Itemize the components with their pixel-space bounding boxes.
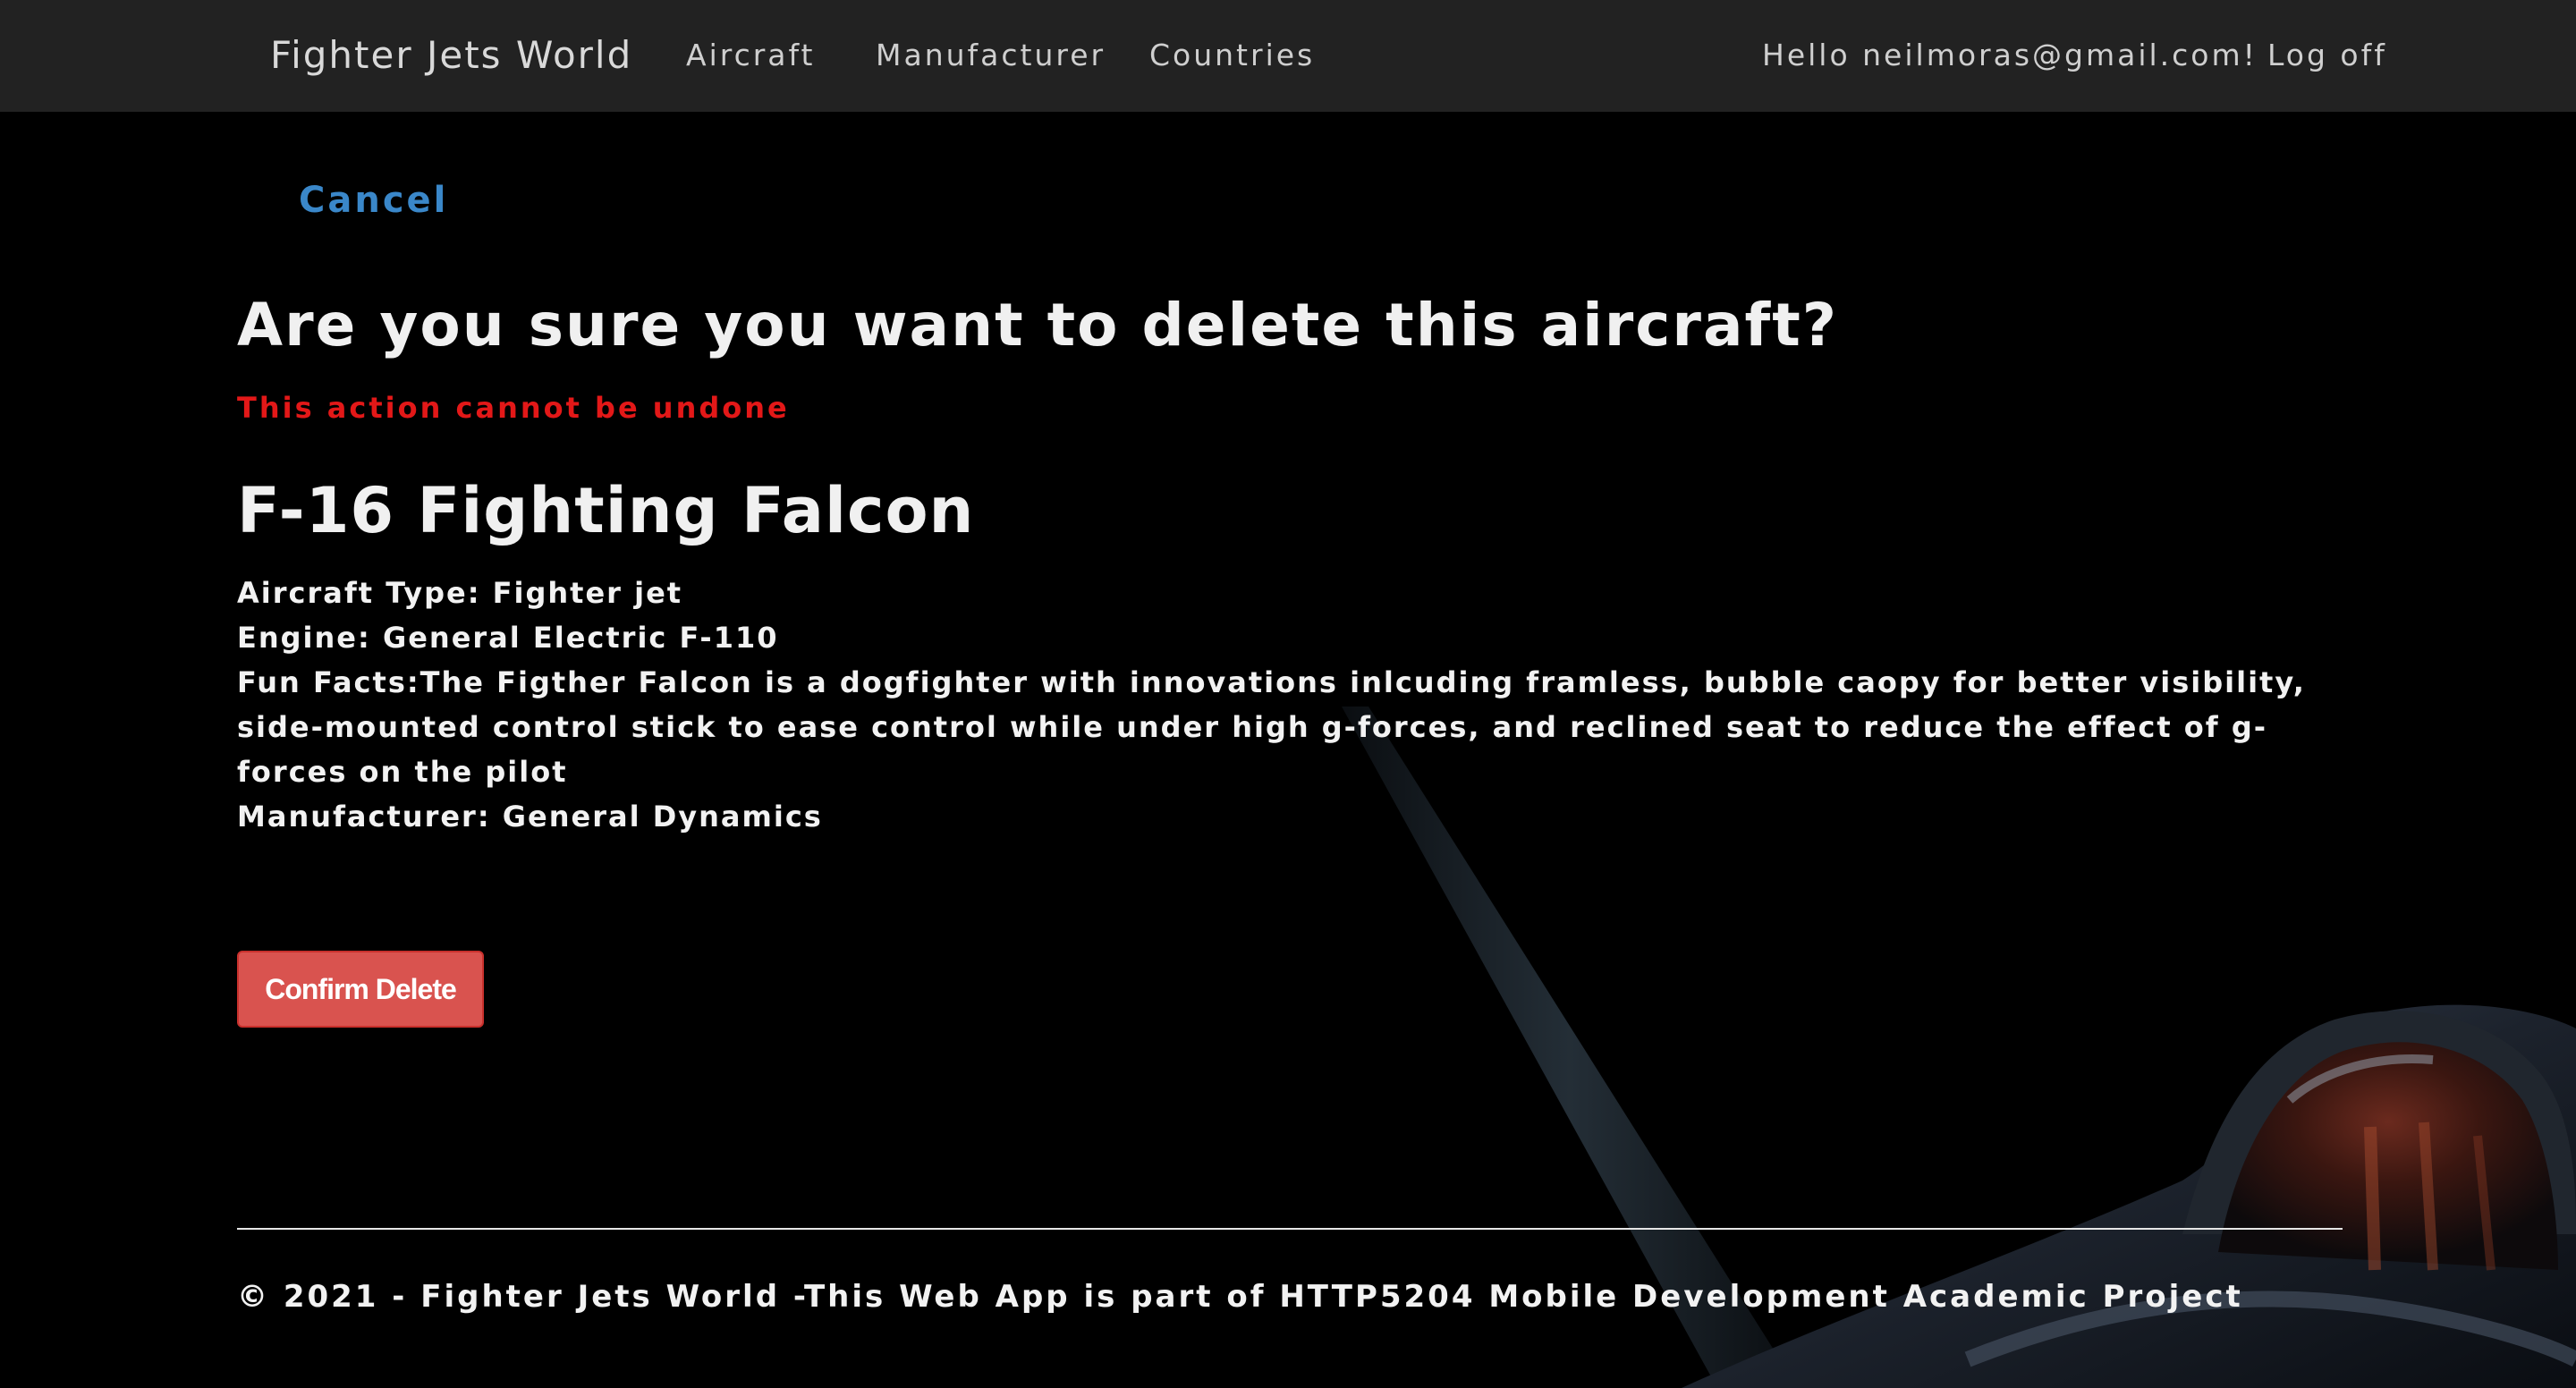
nav-link-manufacturer[interactable]: Manufacturer xyxy=(876,32,1106,79)
footer-text: © 2021 - Fighter Jets World -This Web Ap… xyxy=(237,1279,2243,1315)
warning-text: This action cannot be undone xyxy=(237,391,790,425)
aircraft-fun-facts: Fun Facts:The Figther Falcon is a dogfig… xyxy=(237,665,2306,789)
page-title: Are you sure you want to delete this air… xyxy=(237,291,1839,360)
aircraft-engine: Engine: General Electric F-110 xyxy=(237,621,779,655)
brand-link[interactable]: Fighter Jets World xyxy=(270,27,632,84)
aircraft-type: Aircraft Type: Fighter jet xyxy=(237,576,683,610)
cancel-link[interactable]: Cancel xyxy=(299,175,448,225)
top-navbar: Fighter Jets World Aircraft Manufacturer… xyxy=(0,0,2576,112)
page: Fighter Jets World Aircraft Manufacturer… xyxy=(0,0,2576,1388)
nav-link-aircraft[interactable]: Aircraft xyxy=(686,32,816,79)
confirm-delete-button[interactable]: Confirm Delete xyxy=(237,951,484,1028)
footer-divider xyxy=(237,1228,2343,1230)
nav-link-countries[interactable]: Countries xyxy=(1149,32,1315,79)
aircraft-manufacturer: Manufacturer: General Dynamics xyxy=(237,800,823,834)
aircraft-details: Aircraft Type: Fighter jet Engine: Gener… xyxy=(237,571,2357,839)
logoff-link[interactable]: Log off xyxy=(2267,32,2387,79)
user-greeting-link[interactable]: Hello neilmoras@gmail.com! xyxy=(1762,32,2258,79)
aircraft-name: F-16 Fighting Falcon xyxy=(237,474,975,547)
